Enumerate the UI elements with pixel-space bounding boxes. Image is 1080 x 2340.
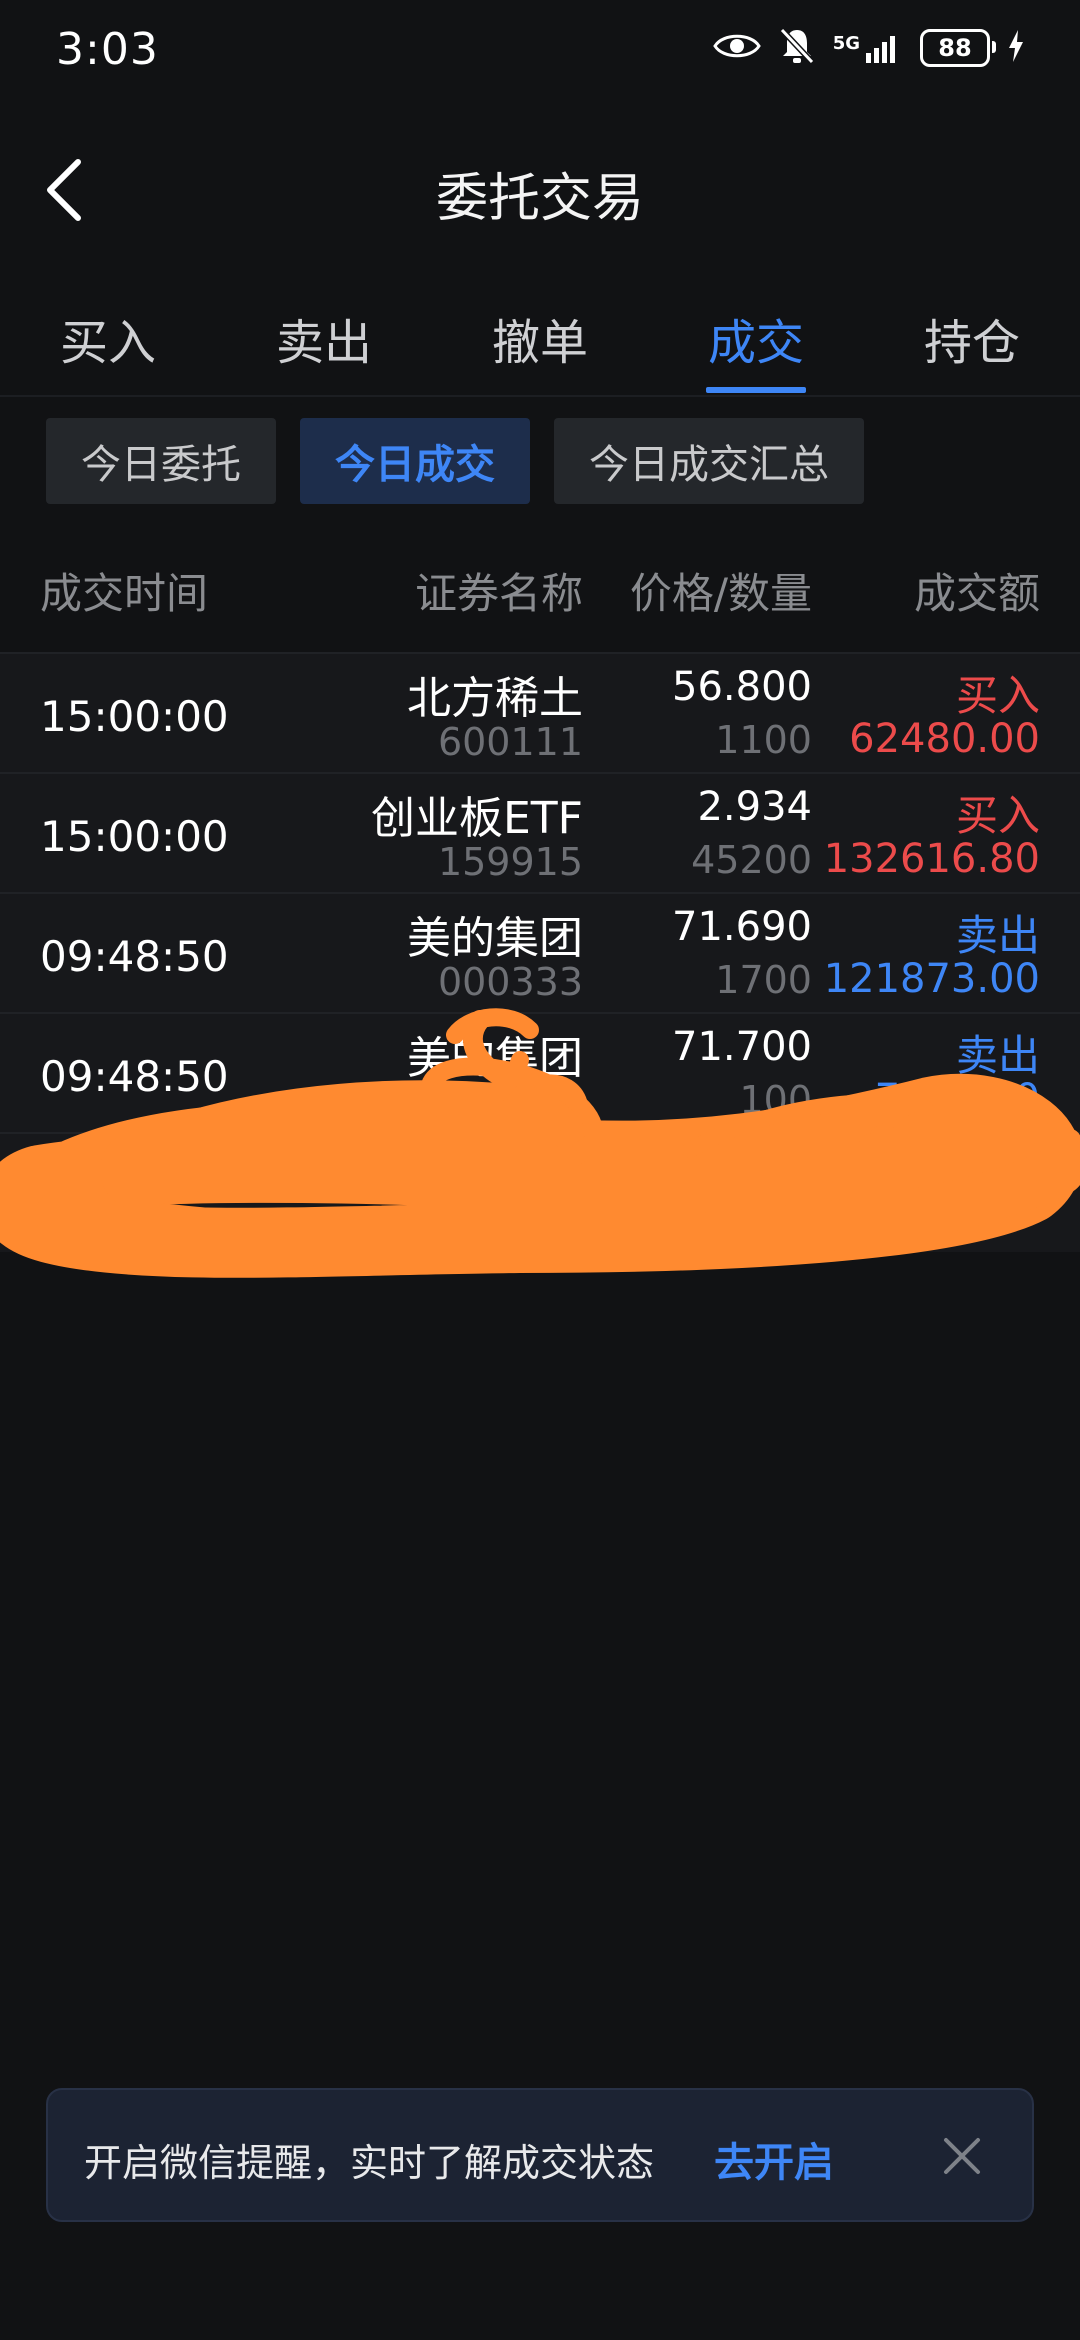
tab-positions[interactable]: 持仓 bbox=[864, 285, 1080, 395]
battery-level: 88 bbox=[938, 34, 972, 62]
tab-buy[interactable]: 买入 bbox=[0, 285, 216, 395]
deal-amount: 121873.00 bbox=[823, 956, 1040, 1002]
tab-sell[interactable]: 卖出 bbox=[216, 285, 432, 395]
trade-side: 卖出 bbox=[955, 1031, 1040, 1080]
deal-time: 09:48:50 bbox=[40, 932, 229, 981]
table-row[interactable]: 09:48:50 美的集团 000333 71.700 100 卖出 7170.… bbox=[0, 1012, 1080, 1132]
mute-bell-icon bbox=[779, 26, 815, 70]
deal-time: 09:48:50 bbox=[40, 1052, 229, 1101]
security-code: 159915 bbox=[437, 840, 583, 884]
deal-time: 15:00:00 bbox=[40, 812, 229, 861]
table-row[interactable]: 15:00:00 创业板ETF 159915 2.934 45200 买入 13… bbox=[0, 772, 1080, 892]
deal-amount: 7170.00 bbox=[874, 1076, 1040, 1122]
deal-quantity: 1100 bbox=[715, 718, 812, 762]
column-header-price-qty: 价格/数量 bbox=[629, 569, 812, 618]
network-type-label: 5G bbox=[832, 33, 860, 54]
eye-icon bbox=[712, 29, 761, 67]
main-tabs: 买入 卖出 撤单 成交 持仓 bbox=[0, 285, 1080, 395]
security-code: 600111 bbox=[437, 720, 583, 764]
table-header: 成交时间 证券名称 价格/数量 成交额 bbox=[0, 560, 1080, 640]
deal-price: 56.800 bbox=[672, 664, 812, 710]
security-name: 创业板ETF bbox=[371, 793, 583, 844]
banner-close-button[interactable] bbox=[932, 2126, 992, 2186]
table-row[interactable]: 09:48:50 美的集团 000333 71.690 1700 卖出 1218… bbox=[0, 892, 1080, 1012]
column-header-name: 证券名称 bbox=[414, 569, 583, 618]
table-row[interactable]: 15:00:00 北方稀土 600111 56.800 1100 买入 6248… bbox=[0, 652, 1080, 772]
deal-price: 71.700 bbox=[672, 1024, 812, 1070]
deal-amount: 62480.00 bbox=[849, 716, 1040, 762]
filter-today-orders[interactable]: 今日委托 bbox=[46, 418, 276, 504]
security-code: 000333 bbox=[437, 960, 583, 1004]
enable-reminder-link[interactable]: 去开启 bbox=[714, 2130, 834, 2188]
column-header-time: 成交时间 bbox=[40, 569, 209, 618]
page-title: 委托交易 bbox=[435, 169, 644, 229]
security-name: 北方稀土 bbox=[407, 673, 583, 724]
tab-cancel-order[interactable]: 撤单 bbox=[432, 285, 648, 395]
tab-deals[interactable]: 成交 bbox=[648, 285, 864, 395]
deal-price: 2.934 bbox=[697, 784, 812, 830]
charging-icon bbox=[1008, 30, 1024, 66]
deals-table: 15:00:00 北方稀土 600111 56.800 1100 买入 6248… bbox=[0, 652, 1080, 1252]
trade-side: 买入 bbox=[955, 671, 1040, 720]
battery-icon: 88 bbox=[920, 29, 996, 67]
status-time: 3:03 bbox=[56, 24, 159, 75]
security-code: 000333 bbox=[437, 1080, 583, 1124]
deal-amount: 132616.80 bbox=[823, 836, 1040, 882]
deal-quantity: 1700 bbox=[715, 958, 812, 1002]
column-header-amount: 成交额 bbox=[913, 569, 1040, 618]
security-name: 美的集团 bbox=[407, 913, 583, 964]
page-header: 委托交易 bbox=[0, 130, 1080, 250]
trade-side: 买入 bbox=[955, 791, 1040, 840]
trade-side: 卖出 bbox=[955, 911, 1040, 960]
security-name: 美的集团 bbox=[407, 1033, 583, 1084]
filter-chips: 今日委托 今日成交 今日成交汇总 bbox=[46, 418, 864, 504]
deal-price: 71.690 bbox=[672, 904, 812, 950]
filter-today-deals-summary[interactable]: 今日成交汇总 bbox=[554, 418, 864, 504]
banner-text: 开启微信提醒，实时了解成交状态 bbox=[84, 2141, 655, 2185]
deal-quantity: 45200 bbox=[691, 838, 812, 882]
signal-icon: 5G bbox=[833, 33, 902, 63]
filter-today-deals[interactable]: 今日成交 bbox=[300, 418, 530, 504]
wechat-reminder-banner: 开启微信提醒，实时了解成交状态 去开启 bbox=[46, 2088, 1034, 2222]
tabs-divider bbox=[0, 395, 1080, 397]
deal-time: 15:00:00 bbox=[40, 692, 229, 741]
status-bar: 3:03 5G 88 bbox=[0, 0, 1080, 110]
deal-quantity: 100 bbox=[739, 1078, 812, 1122]
table-row-redacted[interactable] bbox=[0, 1132, 1080, 1252]
close-icon bbox=[944, 2138, 980, 2174]
status-icons: 5G 88 bbox=[712, 26, 1024, 70]
